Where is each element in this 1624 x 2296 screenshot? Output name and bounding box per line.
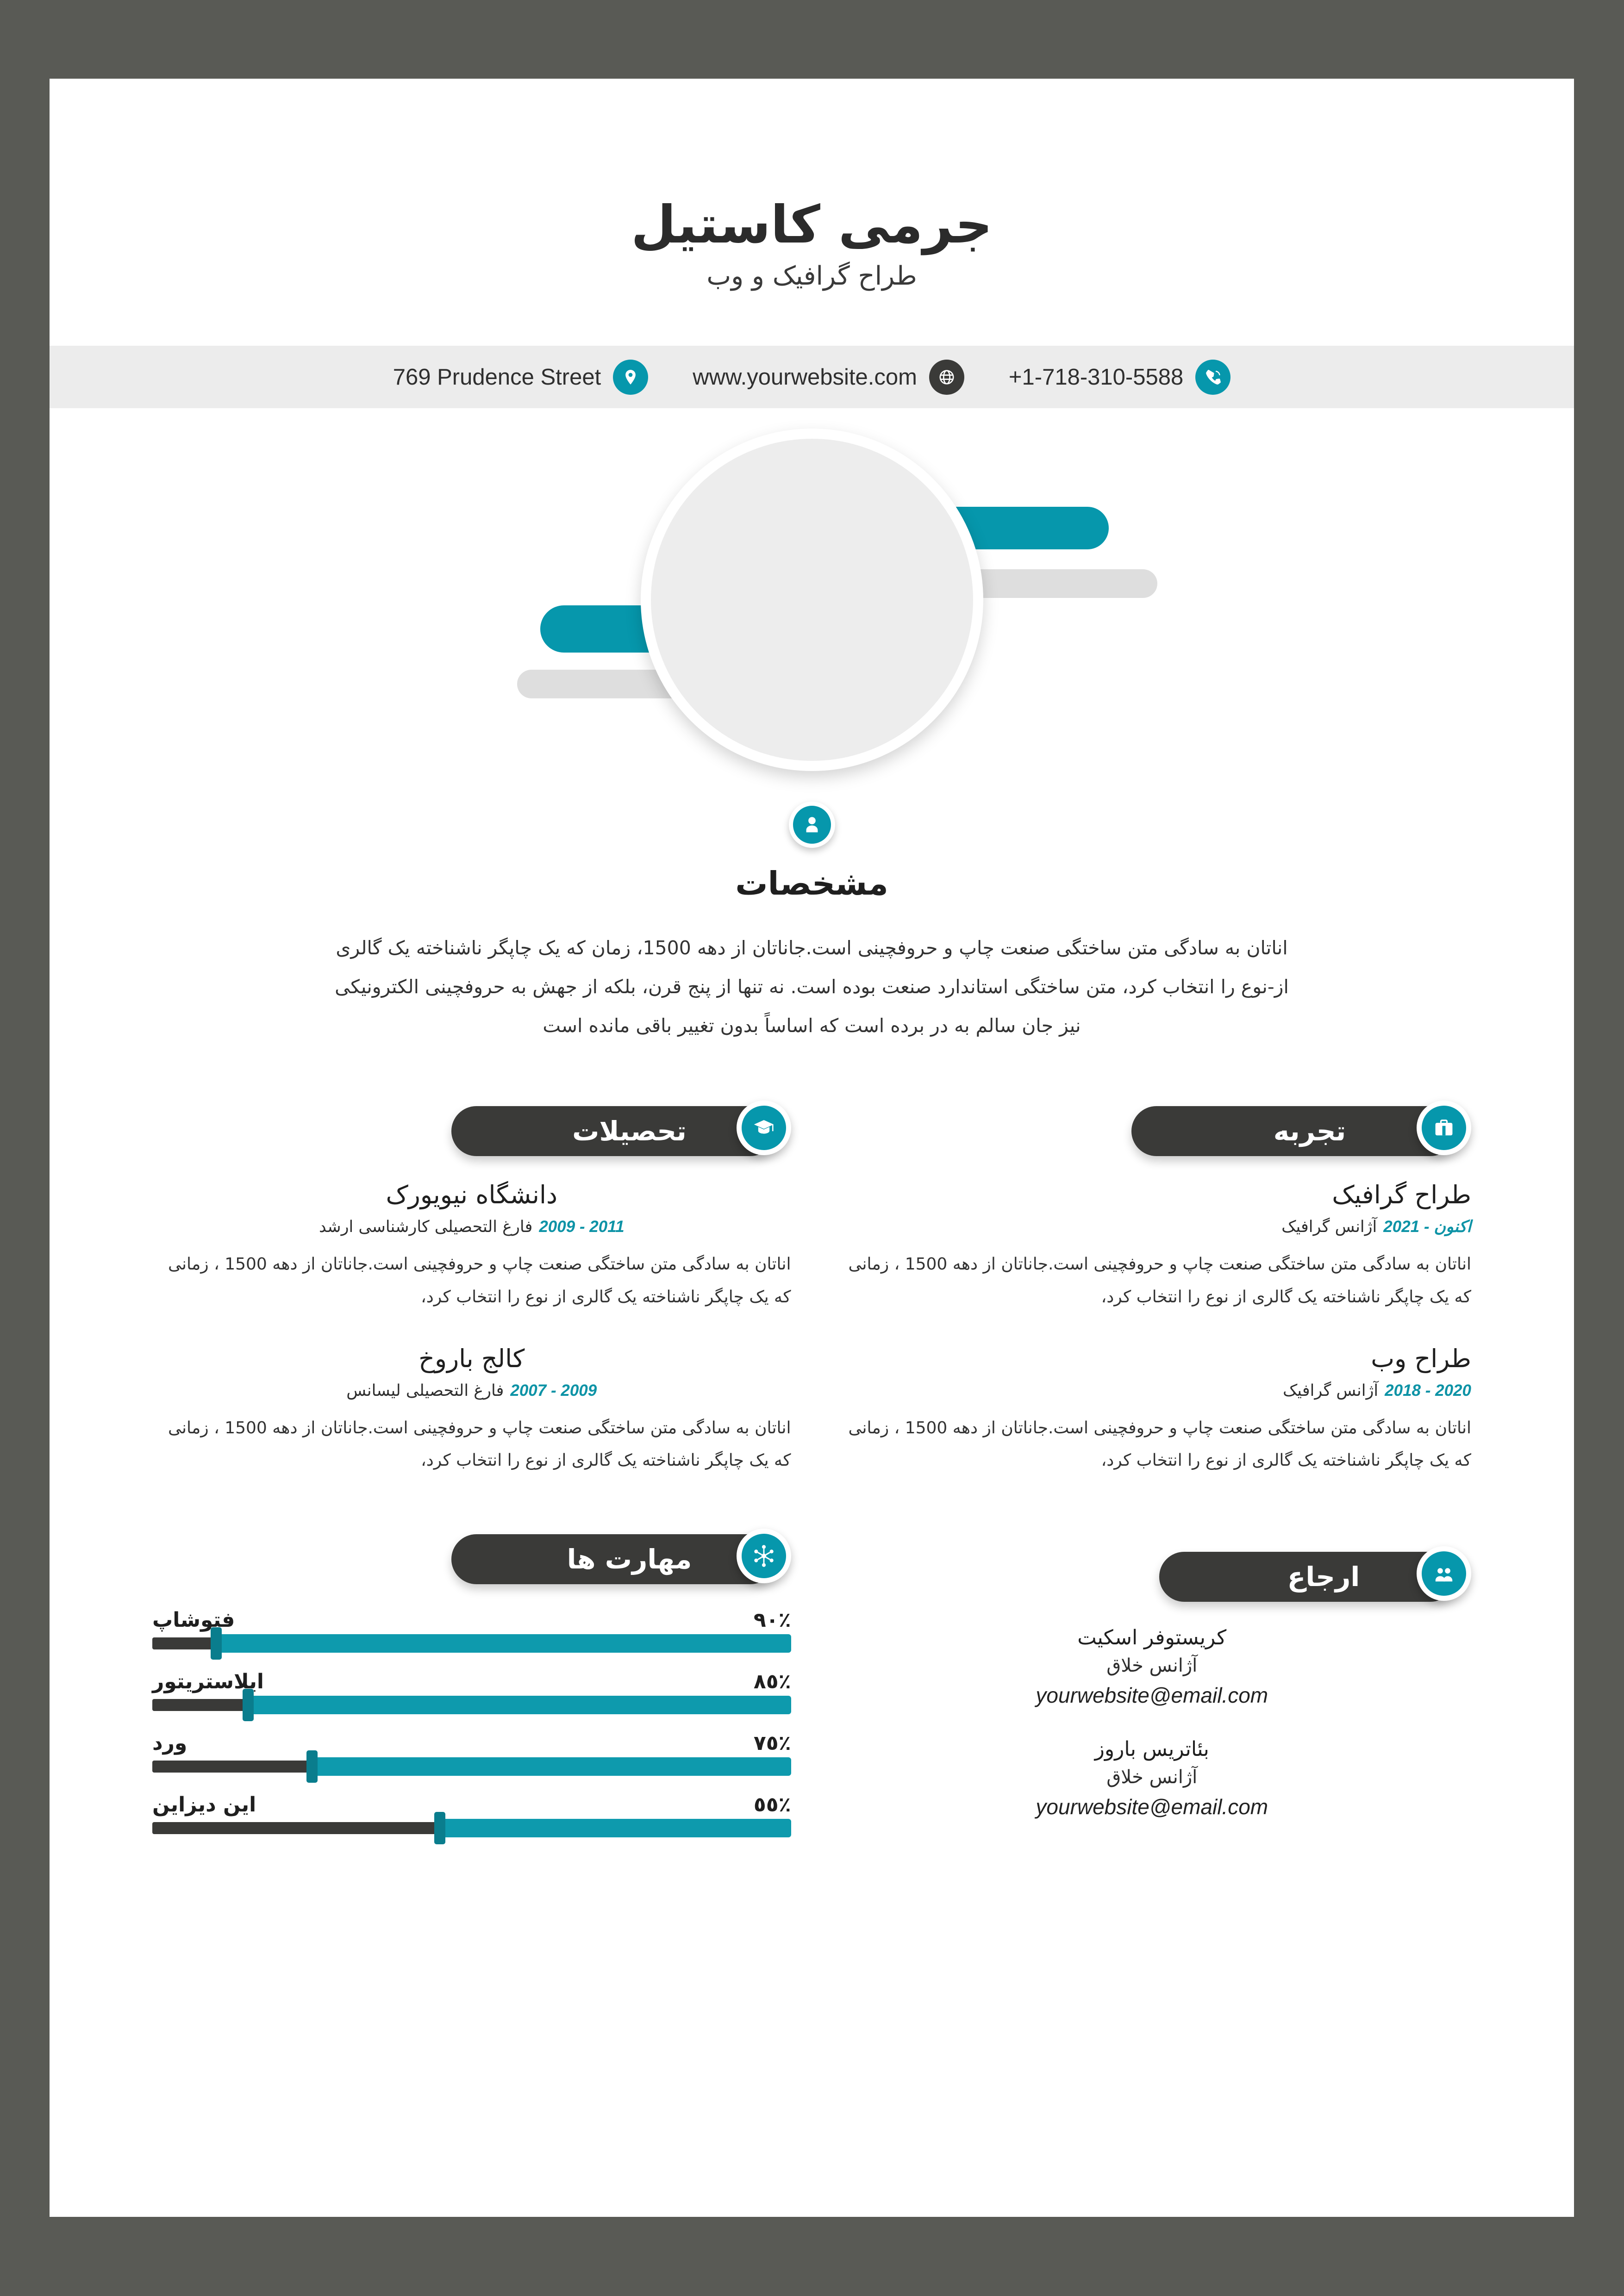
- skill-bar-track[interactable]: [152, 1689, 791, 1722]
- education-description: اناتان به سادگی متن ساختگی صنعت چاپ و حر…: [168, 1418, 791, 1470]
- experience-org: آژانس گرافیک: [1282, 1381, 1379, 1400]
- reference-org: آژانس خلاق: [1106, 1655, 1198, 1677]
- skills-title: مهارت ها: [567, 1543, 692, 1575]
- skills-network-icon: [736, 1529, 791, 1584]
- skill-name: ورد: [152, 1731, 187, 1755]
- section-header-skills: مهارت ها: [152, 1529, 791, 1590]
- street-address: 769 Prudence Street: [393, 364, 601, 390]
- column-left: تجربه طراح گرافیک اکنون - 2021 آژانس گراف…: [833, 1101, 1472, 1849]
- experience-period: 2020 - 2018: [1385, 1381, 1471, 1400]
- location-pin-icon: [613, 359, 649, 395]
- skill-bar-fill: [248, 1696, 791, 1715]
- education-period: 2009 - 2007: [510, 1381, 597, 1400]
- skill-bar-knob[interactable]: [434, 1812, 445, 1845]
- skill-percent: ٩٠٪: [753, 1608, 791, 1632]
- experience-role: طراح وب: [1371, 1344, 1471, 1373]
- section-header-education: تحصیلات: [152, 1101, 791, 1162]
- profile-title: مشخصات: [735, 865, 888, 903]
- education-meta: 2009 - 2007 فارغ التحصیلی لیسانس: [152, 1381, 791, 1400]
- education-title: تحصیلات: [572, 1115, 687, 1147]
- candidate-tagline: طراح گرافیک و وب: [706, 261, 917, 292]
- graduation-cap-icon: [736, 1101, 791, 1156]
- person-icon: [788, 802, 835, 848]
- skill-percent: ٨٥٪: [753, 1670, 791, 1694]
- skill-bar-fill: [439, 1819, 791, 1838]
- education-description: اناتان به سادگی متن ساختگی صنعت چاپ و حر…: [168, 1255, 791, 1307]
- contact-item-address[interactable]: 769 Prudence Street: [393, 359, 649, 395]
- reference-entry-1: بئاتریس باروز آژانس خلاق yourwebsite@ema…: [833, 1737, 1472, 1819]
- skills-list: ٩٠٪ فتوشاپ ٨٥٪ ایلاستریتور ٧٥٪ ورد ٥٥٪ ا…: [152, 1608, 791, 1845]
- references-pill: ارجاع: [1159, 1552, 1455, 1602]
- skill-bar-knob[interactable]: [306, 1750, 318, 1783]
- website-url: www.yourwebsite.com: [693, 364, 917, 390]
- phone-number: +1-718-310-5588: [1008, 364, 1184, 390]
- education-entry-1: کالج باروخ 2009 - 2007 فارغ التحصیلی لیسا…: [152, 1344, 791, 1477]
- education-meta: 2011 - 2009 فارغ التحصیلی کارشناسی ارشد: [152, 1218, 791, 1236]
- education-degree: فارغ التحصیلی لیسانس: [346, 1381, 504, 1400]
- resume-page: جرمی کاستیل طراح گرافیک و وب +1-718-310-…: [50, 79, 1574, 2217]
- skill-name: این دیزاین: [152, 1793, 256, 1817]
- education-entry-0: دانشگاه نیویورک 2011 - 2009 فارغ التحصیلی…: [152, 1180, 791, 1313]
- experience-meta: 2020 - 2018 آژانس گرافیک: [833, 1381, 1471, 1400]
- education-period: 2011 - 2009: [539, 1218, 625, 1236]
- phone-icon: [1195, 359, 1231, 395]
- experience-meta: اکنون - 2021 آژانس گرافیک: [833, 1218, 1471, 1237]
- section-header-references: ارجاع: [833, 1546, 1471, 1607]
- skill-bar-knob[interactable]: [210, 1627, 222, 1660]
- contact-item-website[interactable]: www.yourwebsite.com: [693, 359, 964, 395]
- content-columns: تجربه طراح گرافیک اکنون - 2021 آژانس گراف…: [50, 1101, 1574, 1854]
- column-right: تحصیلات دانشگاه نیویورک 2011 - 2009 فارغ …: [152, 1101, 791, 1854]
- education-school: دانشگاه نیویورک: [386, 1180, 558, 1210]
- reference-name: کریستوفر اسکیت: [1077, 1626, 1227, 1650]
- profile-section: مشخصات اناتان به سادگی متن ساختگی صنعت چ…: [50, 802, 1574, 1045]
- contact-item-phone[interactable]: +1-718-310-5588: [1008, 359, 1231, 395]
- education-school: کالج باروخ: [418, 1344, 525, 1373]
- experience-description: اناتان به سادگی متن ساختگی صنعت چاپ و حر…: [848, 1255, 1471, 1307]
- experience-description: اناتان به سادگی متن ساختگی صنعت چاپ و حر…: [848, 1418, 1471, 1470]
- references-title: ارجاع: [1287, 1561, 1360, 1593]
- profile-photo-placeholder[interactable]: [640, 429, 983, 772]
- reference-org: آژانس خلاق: [1106, 1767, 1198, 1788]
- photo-section: [50, 417, 1574, 788]
- skill-bar-track[interactable]: [152, 1627, 791, 1660]
- skill-item-3: ٥٥٪ این دیزاین: [152, 1793, 791, 1845]
- contact-bar: +1-718-310-5588 www.yourwebsite.com 769 …: [50, 346, 1574, 409]
- experience-title: تجربه: [1273, 1115, 1346, 1147]
- skill-bar-track[interactable]: [152, 1750, 791, 1783]
- profile-description: اناتان به سادگی متن ساختگی صنعت چاپ و حر…: [335, 937, 1289, 1037]
- skill-percent: ٥٥٪: [753, 1793, 791, 1817]
- reference-entry-0: کریستوفر اسکیت آژانس خلاق yourwebsite@em…: [833, 1626, 1472, 1708]
- skill-bar-fill: [312, 1757, 791, 1776]
- section-header-experience: تجربه: [833, 1101, 1471, 1162]
- skill-item-2: ٧٥٪ ورد: [152, 1731, 791, 1783]
- reference-email[interactable]: yourwebsite@email.com: [833, 1683, 1472, 1708]
- skill-bar-fill: [216, 1634, 791, 1653]
- people-icon: [1417, 1546, 1471, 1601]
- globe-icon: [929, 359, 964, 395]
- briefcase-icon: [1417, 1101, 1471, 1156]
- reference-name: بئاتریس باروز: [1094, 1737, 1209, 1761]
- experience-entry-1: طراح وب 2020 - 2018 آژانس گرافیک اناتان ب…: [833, 1344, 1471, 1477]
- experience-entry-0: طراح گرافیک اکنون - 2021 آژانس گرافیک انا…: [833, 1180, 1471, 1313]
- experience-org: آژانس گرافیک: [1281, 1218, 1377, 1237]
- experience-pill: تجربه: [1131, 1106, 1455, 1157]
- skill-item-1: ٨٥٪ ایلاستریتور: [152, 1670, 791, 1722]
- candidate-name: جرمی کاستیل: [631, 195, 993, 255]
- education-degree: فارغ التحصیلی کارشناسی ارشد: [319, 1218, 533, 1237]
- skill-bar-knob[interactable]: [242, 1689, 254, 1722]
- skill-name: فتوشاپ: [152, 1608, 235, 1632]
- skill-item-0: ٩٠٪ فتوشاپ: [152, 1608, 791, 1660]
- skills-pill: مهارت ها: [451, 1534, 775, 1585]
- reference-email[interactable]: yourwebsite@email.com: [833, 1794, 1472, 1819]
- skill-bar-track[interactable]: [152, 1812, 791, 1845]
- education-pill: تحصیلات: [451, 1106, 775, 1157]
- skill-percent: ٧٥٪: [753, 1731, 791, 1755]
- experience-period: اکنون - 2021: [1383, 1218, 1471, 1236]
- experience-role: طراح گرافیک: [1332, 1180, 1471, 1210]
- page-header: جرمی کاستیل طراح گرافیک و وب: [50, 79, 1574, 291]
